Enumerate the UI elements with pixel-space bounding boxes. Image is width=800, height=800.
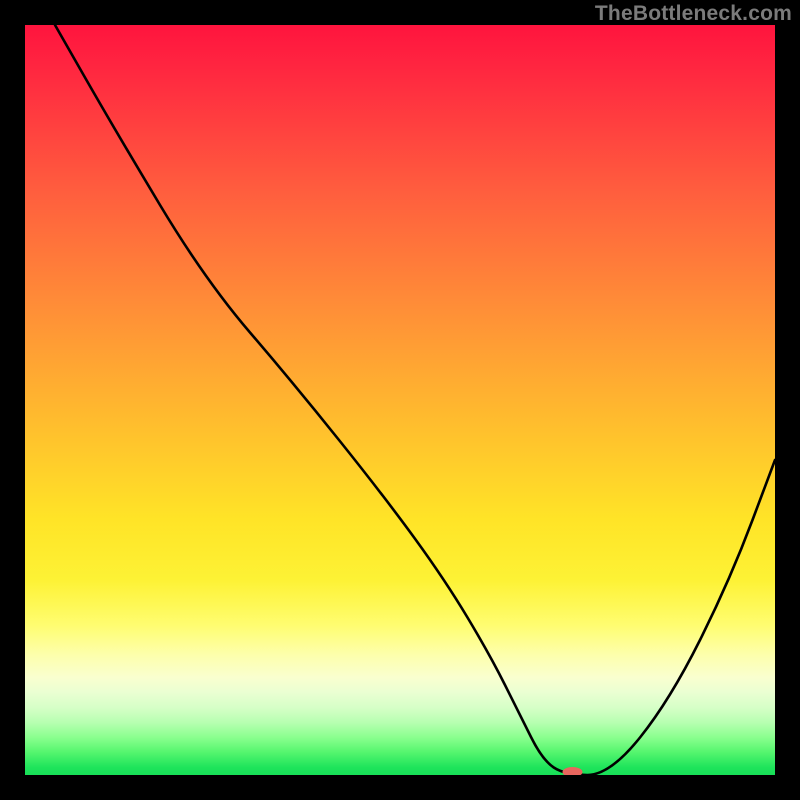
bottleneck-curve xyxy=(55,25,775,775)
chart-svg xyxy=(25,25,775,775)
chart-frame: TheBottleneck.com xyxy=(0,0,800,800)
optimal-marker xyxy=(563,767,583,775)
watermark-text: TheBottleneck.com xyxy=(595,2,792,26)
plot-area xyxy=(25,25,775,775)
